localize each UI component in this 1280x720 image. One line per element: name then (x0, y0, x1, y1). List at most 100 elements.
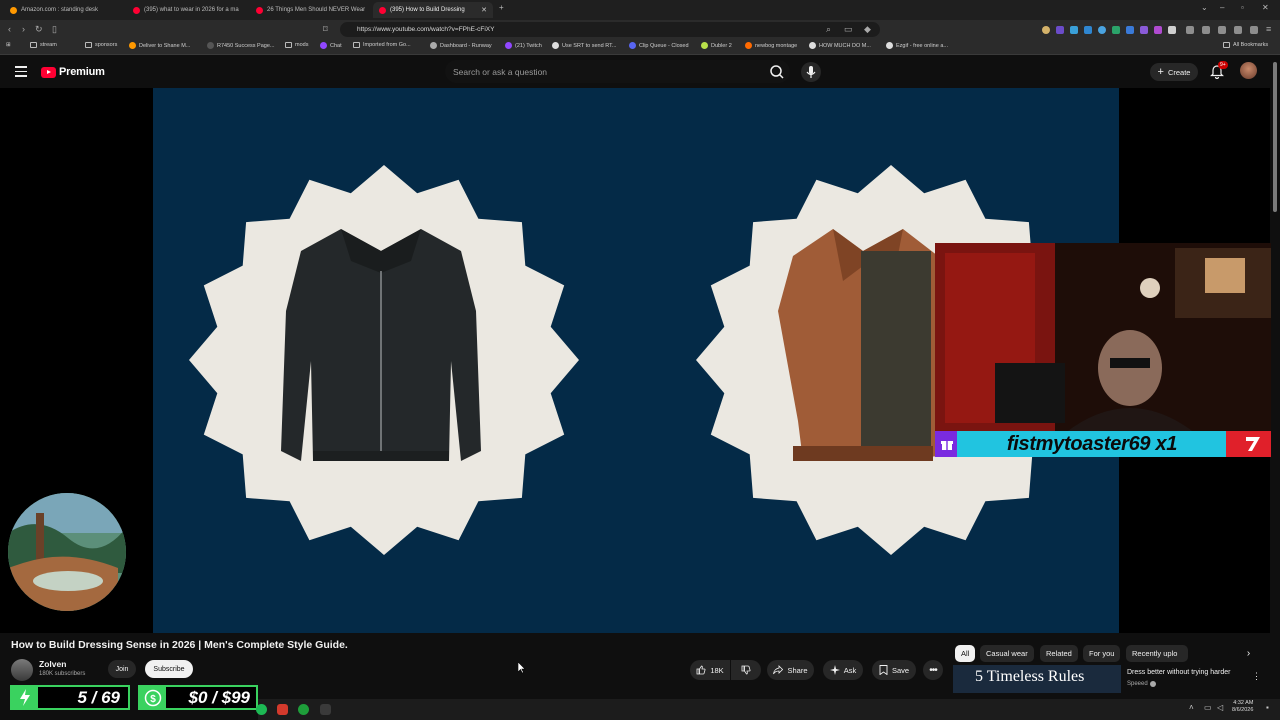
video-options-icon[interactable]: ⋮ (1252, 671, 1261, 682)
chevron-right-icon[interactable]: › (1240, 645, 1257, 662)
bookmark-item[interactable]: Clip Queue - Closed (629, 42, 689, 49)
extensions-puzzle-icon[interactable] (1186, 26, 1194, 34)
recommended-video-thumbnail[interactable]: 5 Timeless Rules (953, 665, 1121, 693)
bookmark-item[interactable]: R7450 Success Page... (207, 42, 274, 49)
ask-button[interactable]: Ask (823, 660, 863, 680)
svg-text:$: $ (150, 694, 156, 705)
chip-all[interactable]: All (955, 645, 976, 662)
bookmark-item[interactable]: mods (285, 42, 308, 48)
bookmark-item[interactable]: Deliver to Shane M... (129, 42, 190, 49)
channel-avatar[interactable] (11, 659, 33, 681)
chip-for-you[interactable]: For you (1083, 645, 1121, 662)
chip-casual-wear[interactable]: Casual wear (980, 645, 1034, 662)
wallet-icon[interactable] (1234, 26, 1242, 34)
search-input[interactable] (445, 60, 790, 83)
sidebar-toggle-icon[interactable]: ▯ (52, 24, 57, 35)
video-player[interactable]: fistmytoaster69 x1 (0, 88, 1275, 633)
extension-icon[interactable] (1056, 26, 1064, 34)
bookmark-item[interactable]: HOW MUCH DO M... (809, 42, 871, 49)
xbox-icon[interactable] (298, 704, 309, 715)
notification-count-badge: 9+ (1218, 61, 1228, 69)
notification-center-icon[interactable]: ▪ (1266, 703, 1269, 712)
save-button[interactable]: Save (872, 660, 916, 680)
youtube-logo[interactable]: Premium (41, 66, 105, 78)
browser-tab-bar: Amazon.com : standing desk (395) what to… (0, 0, 1280, 20)
spotify-icon[interactable] (256, 704, 267, 715)
subscribe-button[interactable]: Subscribe (145, 660, 193, 678)
brave-shield-icon[interactable]: ◆ (864, 24, 871, 35)
bookmark-item[interactable]: Imported from Go... (353, 42, 411, 48)
more-dots-icon: ••• (929, 664, 937, 676)
join-button[interactable]: Join (108, 660, 136, 678)
reload-icon[interactable]: ↻ (35, 24, 43, 35)
back-icon[interactable]: ‹ (8, 24, 11, 34)
bookmark-favicon-icon (745, 42, 752, 49)
network-icon[interactable]: ▭ (1204, 703, 1212, 712)
new-tab-icon[interactable]: + (499, 3, 504, 12)
banner-accent (1226, 431, 1275, 457)
bookmark-item[interactable]: Dubler 2 (701, 42, 732, 49)
all-bookmarks[interactable]: All Bookmarks (1223, 42, 1268, 48)
bookmark-item[interactable]: Ezgif - free online a... (886, 42, 948, 49)
extension-icon[interactable] (1112, 26, 1120, 34)
bookmark-item[interactable]: Use SRT to send RT... (552, 42, 616, 49)
share-button[interactable]: Share (767, 660, 814, 680)
brave-browser-icon[interactable] (277, 704, 288, 715)
browser-tab[interactable]: 26 Things Men Should NEVER Wear (250, 2, 370, 18)
bookmark-item[interactable]: stream (30, 42, 57, 48)
browser-menu-icon[interactable]: ≡ (1266, 24, 1271, 34)
search-icon[interactable] (766, 61, 788, 83)
browser-tab[interactable]: (395) what to wear in 2026 for a ma (127, 2, 247, 18)
taskbar-clock[interactable]: 4:32 AM 8/6/2026 (1232, 700, 1253, 714)
tray-chevron-up-icon[interactable]: ˄ (1189, 703, 1194, 712)
extension-icon[interactable] (1140, 26, 1148, 34)
downloads-icon[interactable] (1202, 26, 1210, 34)
chip-related[interactable]: Related (1040, 645, 1078, 662)
forward-icon[interactable]: › (22, 24, 25, 34)
create-button[interactable]: + Create (1150, 63, 1198, 81)
scrollbar-thumb[interactable] (1273, 62, 1277, 212)
dislike-button[interactable] (731, 660, 761, 680)
bookmark-item[interactable]: Dashboard - Runway (430, 42, 492, 49)
account-avatar[interactable] (1240, 62, 1257, 79)
extension-icon[interactable] (1168, 26, 1176, 34)
bookmark-item[interactable]: (21) Twitch (505, 42, 542, 49)
page-scrollbar[interactable] (1271, 56, 1280, 696)
bookmark-item[interactable]: newbog montage (745, 42, 797, 49)
tab-title: Amazon.com : standing desk (21, 7, 99, 13)
like-button[interactable]: 18K (690, 660, 730, 680)
extension-icon[interactable] (1098, 26, 1106, 34)
cast-icon[interactable]: ▭ (844, 24, 853, 35)
extension-icon[interactable] (1084, 26, 1092, 34)
sidebar-icon[interactable] (1218, 26, 1226, 34)
bookmark-page-icon[interactable]: ⌑ (323, 24, 328, 35)
more-actions-button[interactable]: ••• (923, 660, 943, 680)
close-window-icon[interactable]: ✕ (1262, 3, 1269, 12)
profile-icon[interactable] (1250, 26, 1258, 34)
app-icon[interactable] (320, 704, 331, 715)
url-field[interactable]: https://www.youtube.com/watch?v=FPhE-cFi… (340, 22, 880, 37)
bookmark-item[interactable]: sponsors (85, 42, 117, 48)
extension-icon[interactable] (1042, 26, 1050, 34)
recommended-channel[interactable]: Speeed (1127, 681, 1156, 687)
brown-leather-jacket-image (778, 229, 948, 461)
tab-list-icon[interactable]: ⌄ (1201, 3, 1208, 12)
channel-name[interactable]: Zolven (39, 659, 66, 669)
close-tab-icon[interactable]: ✕ (481, 6, 487, 14)
microphone-icon[interactable] (800, 61, 822, 83)
apps-icon[interactable]: ⊞ (6, 42, 11, 48)
volume-icon[interactable]: ◁ (1217, 703, 1223, 712)
minimize-icon[interactable]: – (1220, 3, 1224, 12)
recommended-video-title[interactable]: Dress better without trying harder (1127, 669, 1231, 676)
extension-icon[interactable] (1126, 26, 1134, 34)
thumbs-up-icon (696, 665, 706, 675)
extension-icon[interactable] (1154, 26, 1162, 34)
browser-tab[interactable]: Amazon.com : standing desk (4, 2, 124, 18)
browser-tab-active[interactable]: (395) How to Build Dressing ✕ (373, 2, 493, 18)
extension-icon[interactable] (1070, 26, 1078, 34)
maximize-icon[interactable]: ▫ (1241, 3, 1244, 12)
zoom-icon[interactable]: ⌕ (826, 24, 831, 35)
chip-recently-uploaded[interactable]: Recently uplo (1126, 645, 1188, 662)
bookmark-item[interactable]: Chat (320, 42, 342, 49)
hamburger-menu-icon[interactable] (15, 66, 27, 77)
